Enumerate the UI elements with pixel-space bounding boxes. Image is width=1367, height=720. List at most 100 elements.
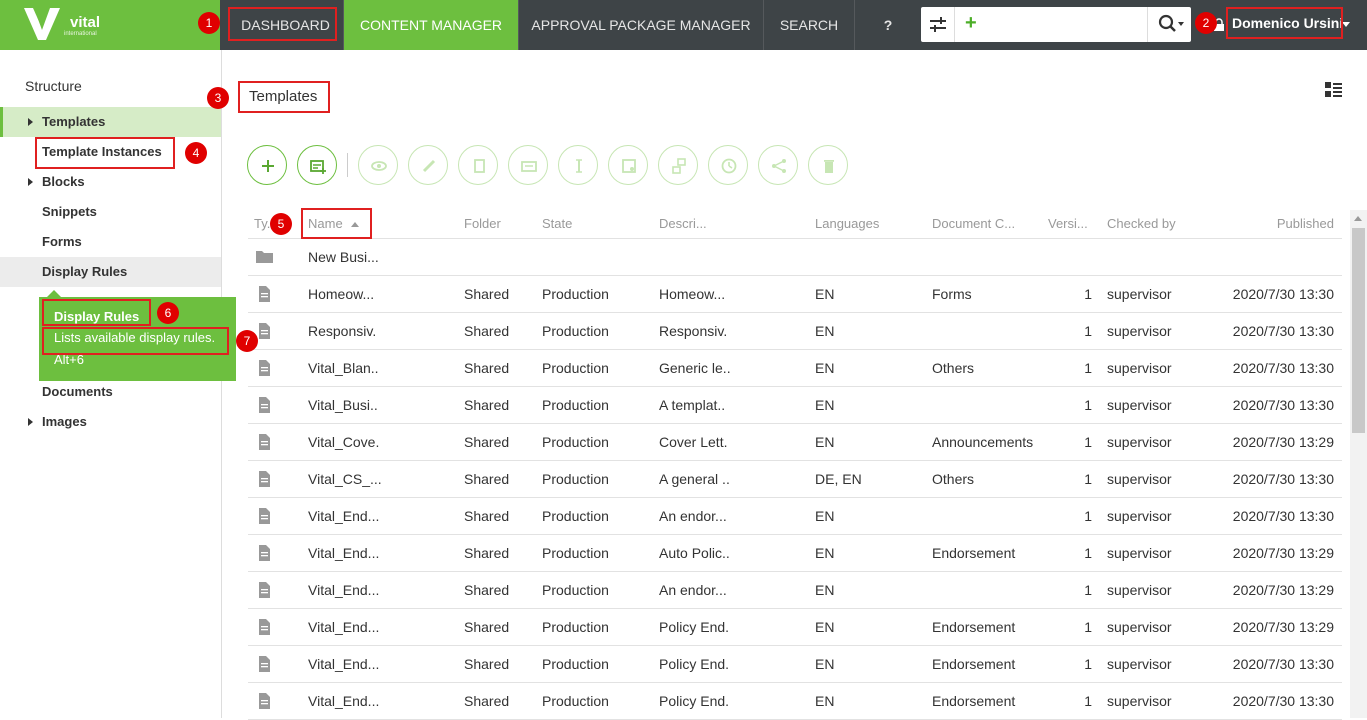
chevron-down-icon[interactable]	[1342, 22, 1350, 27]
cell-name: Vital_End...	[308, 619, 380, 635]
duplicate-icon	[521, 161, 537, 172]
sidebar-item-templates[interactable]: Templates	[0, 107, 221, 137]
cell-version: 1	[1084, 471, 1092, 487]
cell-description: Generic le..	[659, 360, 731, 376]
annotation-badge: 2	[1195, 12, 1217, 34]
move-button[interactable]	[658, 145, 698, 185]
cell-folder: Shared	[464, 360, 510, 376]
image-button[interactable]	[608, 145, 648, 185]
text-field-button[interactable]	[558, 145, 598, 185]
table-row[interactable]: Vital_CS_... Shared Production A general ..…	[248, 461, 1342, 497]
sidebar-item-snippets[interactable]: Snippets	[0, 197, 221, 227]
delete-button[interactable]	[808, 145, 848, 185]
document-icon	[259, 545, 270, 561]
cell-state: Production	[542, 286, 609, 302]
table-row[interactable]: Vital_End... Shared Production An endor... E…	[248, 498, 1342, 534]
new-instance-button[interactable]	[297, 145, 337, 185]
cell-document-category	[932, 313, 1047, 349]
cell-name: Responsiv.	[308, 323, 377, 339]
column-header-folder[interactable]: Folder	[464, 210, 524, 238]
scrollbar-thumb[interactable]	[1352, 228, 1365, 433]
layout-toggle-icon[interactable]	[1325, 82, 1343, 98]
cell-folder: Shared	[464, 286, 510, 302]
duplicate-button[interactable]	[508, 145, 548, 185]
sidebar-item-label: Snippets	[42, 204, 97, 219]
table-row[interactable]: New Busi...	[248, 239, 1342, 275]
cell-name: Vital_Busi..	[308, 397, 378, 413]
history-button[interactable]	[708, 145, 748, 185]
search-bar: +	[921, 7, 1191, 42]
add-button[interactable]	[247, 145, 287, 185]
cell-name: Vital_End...	[308, 582, 380, 598]
sidebar-item-label: Documents	[42, 384, 113, 399]
toolbar-divider	[347, 153, 348, 177]
cell-state: Production	[542, 656, 609, 672]
cell-languages: EN	[815, 656, 835, 672]
filter-button[interactable]	[921, 7, 955, 42]
column-header-published[interactable]: Published	[1208, 210, 1334, 238]
copy-button[interactable]	[458, 145, 498, 185]
sidebar-item-documents[interactable]: Documents	[0, 377, 221, 407]
cell-name: Vital_End...	[308, 508, 380, 524]
search-button[interactable]	[1147, 7, 1191, 42]
cell-description: Policy End.	[659, 656, 730, 672]
cell-languages: EN	[815, 582, 835, 598]
cell-version	[1048, 239, 1092, 275]
cell-document-category: Forms	[932, 286, 972, 302]
annotation-badge: 3	[207, 87, 229, 109]
cell-published: 2020/7/30 13:30	[1232, 397, 1334, 413]
preview-button[interactable]	[358, 145, 398, 185]
column-header-version[interactable]: Versi...	[1048, 210, 1093, 238]
expand-arrow-icon[interactable]	[28, 418, 33, 426]
nav-search[interactable]: SEARCH	[764, 0, 855, 50]
sidebar-item-blocks[interactable]: Blocks	[0, 167, 221, 197]
table-row[interactable]: Vital_Cove. Shared Production Cover Lett. EN…	[248, 424, 1342, 460]
edit-button[interactable]	[408, 145, 448, 185]
table-row[interactable]: Homeow... Shared Production Homeow... EN Form…	[248, 276, 1342, 312]
vertical-scrollbar[interactable]	[1350, 210, 1367, 718]
cell-state: Production	[542, 471, 609, 487]
nav-content-manager[interactable]: CONTENT MANAGER	[344, 0, 519, 50]
cell-published: 2020/7/30 13:29	[1232, 582, 1334, 598]
document-icon	[259, 619, 270, 635]
column-header-state[interactable]: State	[542, 210, 622, 238]
cell-version: 1	[1084, 656, 1092, 672]
nav-approval-package-manager[interactable]: APPROVAL PACKAGE MANAGER	[519, 0, 764, 50]
scroll-up-icon[interactable]	[1354, 216, 1362, 221]
cell-name: Vital_End...	[308, 656, 380, 672]
cell-version: 1	[1084, 693, 1092, 709]
table-row[interactable]: Vital_End... Shared Production Policy End. E…	[248, 609, 1342, 645]
add-search-icon[interactable]: +	[965, 12, 977, 35]
new-instance-icon	[310, 160, 326, 174]
expand-arrow-icon[interactable]	[28, 178, 33, 186]
cell-description: An endor...	[659, 508, 727, 524]
expand-arrow-icon[interactable]	[28, 118, 33, 126]
table-row[interactable]: Vital_Blan.. Shared Production Generic le..…	[248, 350, 1342, 386]
logo[interactable]: vital international	[0, 0, 220, 50]
tooltip-arrow	[47, 290, 61, 297]
trash-icon	[824, 160, 834, 173]
column-header-checked-by[interactable]: Checked by	[1107, 210, 1207, 238]
table-row[interactable]: Vital_End... Shared Production Auto Polic..…	[248, 535, 1342, 571]
sidebar-item-label: Templates	[42, 114, 106, 129]
sidebar-item-forms[interactable]: Forms	[0, 227, 221, 257]
cell-name: New Busi...	[308, 249, 379, 265]
help-button[interactable]: ?	[855, 0, 921, 50]
cell-document-category: Endorsement	[932, 656, 1016, 672]
document-icon	[259, 360, 270, 376]
document-icon	[259, 508, 270, 524]
column-header-languages[interactable]: Languages	[815, 210, 915, 238]
table-row[interactable]: Vital_Busi.. Shared Production A templat.. E…	[248, 387, 1342, 423]
column-header-document-category[interactable]: Document C...	[932, 210, 1037, 238]
share-button[interactable]	[758, 145, 798, 185]
cell-checked-by: supervisor	[1107, 693, 1172, 709]
annotation-badge: 5	[270, 213, 292, 235]
sidebar-item-display-rules[interactable]: Display Rules	[0, 257, 221, 287]
table-row[interactable]: Responsiv. Shared Production Responsiv. EN 1 s…	[248, 313, 1342, 349]
search-input[interactable]	[985, 13, 1135, 36]
table-row[interactable]: Vital_End... Shared Production An endor... E…	[248, 572, 1342, 608]
column-header-description[interactable]: Descri...	[659, 210, 759, 238]
table-row[interactable]: Vital_End... Shared Production Policy End. E…	[248, 646, 1342, 682]
sidebar-item-images[interactable]: Images	[0, 407, 221, 437]
table-row[interactable]: Vital_End... Shared Production Policy End. E…	[248, 683, 1342, 719]
